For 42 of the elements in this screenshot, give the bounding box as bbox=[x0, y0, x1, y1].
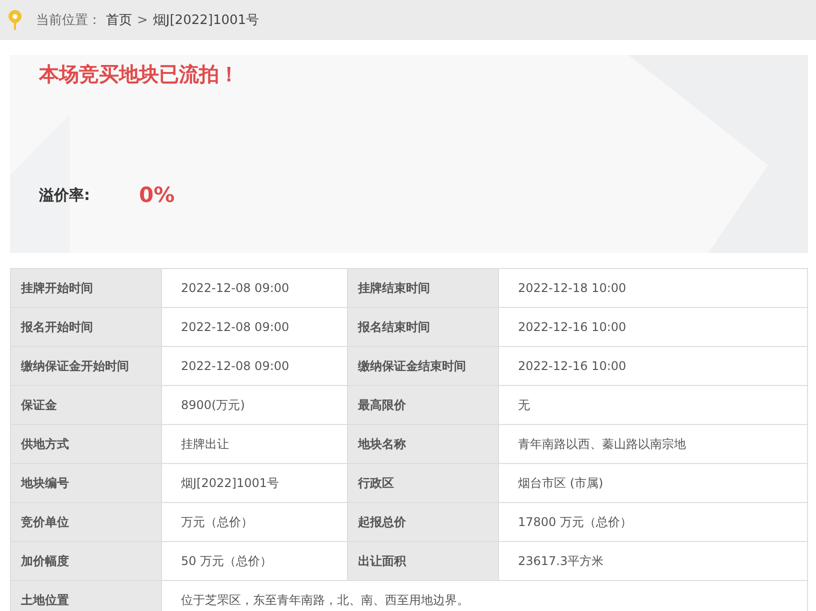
location-pin-icon bbox=[8, 10, 22, 30]
field-value: 位于芝罘区，东至青年南路，北、南、西至用地边界。 bbox=[162, 580, 808, 611]
field-value: 青年南路以西、蓁山路以南宗地 bbox=[498, 424, 808, 464]
field-label: 供地方式 bbox=[10, 424, 162, 464]
field-value: 烟台市区 (市属) bbox=[498, 464, 808, 502]
field-label: 地块编号 bbox=[10, 464, 162, 502]
field-label: 地块名称 bbox=[348, 424, 498, 464]
premium-rate-label: 溢价率: bbox=[39, 186, 91, 204]
field-value: 2022-12-08 09:00 bbox=[162, 268, 348, 308]
field-label: 竞价单位 bbox=[10, 502, 162, 542]
breadcrumb-link[interactable]: 首页 bbox=[106, 11, 132, 29]
field-value: 挂牌出让 bbox=[162, 424, 348, 464]
field-value: 无 bbox=[498, 386, 808, 424]
field-label: 缴纳保证金结束时间 bbox=[348, 346, 498, 386]
field-label: 报名开始时间 bbox=[10, 308, 162, 346]
field-label: 出让面积 bbox=[348, 542, 498, 580]
field-label: 挂牌结束时间 bbox=[348, 268, 498, 308]
field-label: 起报总价 bbox=[348, 502, 498, 542]
breadcrumb-separator: > bbox=[137, 12, 148, 28]
field-label: 最高限价 bbox=[348, 386, 498, 424]
status-title: 本场竞买地块已流拍！ bbox=[38, 61, 240, 88]
field-label: 缴纳保证金开始时间 bbox=[10, 346, 162, 386]
field-value: 23617.3平方米 bbox=[498, 542, 808, 580]
field-value: 2022-12-16 10:00 bbox=[498, 346, 808, 386]
field-value: 2022-12-16 10:00 bbox=[498, 308, 808, 346]
field-label: 加价幅度 bbox=[10, 542, 162, 580]
breadcrumb-current: 烟J[2022]1001号 bbox=[152, 12, 260, 29]
field-label: 报名结束时间 bbox=[348, 308, 498, 346]
breadcrumb-label: 当前位置： bbox=[36, 12, 101, 29]
field-label: 行政区 bbox=[348, 464, 498, 502]
field-value: 2022-12-08 09:00 bbox=[162, 346, 348, 386]
field-value: 8900(万元) bbox=[162, 386, 348, 424]
field-value: 2022-12-18 10:00 bbox=[498, 268, 808, 308]
field-label: 土地位置 bbox=[10, 580, 162, 611]
field-value: 50 万元（总价） bbox=[162, 542, 348, 580]
field-value: 烟J[2022]1001号 bbox=[162, 464, 348, 502]
field-value: 万元（总价） bbox=[162, 502, 348, 542]
premium-rate-value: 0% bbox=[139, 183, 175, 207]
field-label: 挂牌开始时间 bbox=[10, 268, 162, 308]
field-label: 保证金 bbox=[10, 386, 162, 424]
field-value: 17800 万元（总价） bbox=[498, 502, 808, 542]
field-value: 2022-12-08 09:00 bbox=[162, 308, 348, 346]
